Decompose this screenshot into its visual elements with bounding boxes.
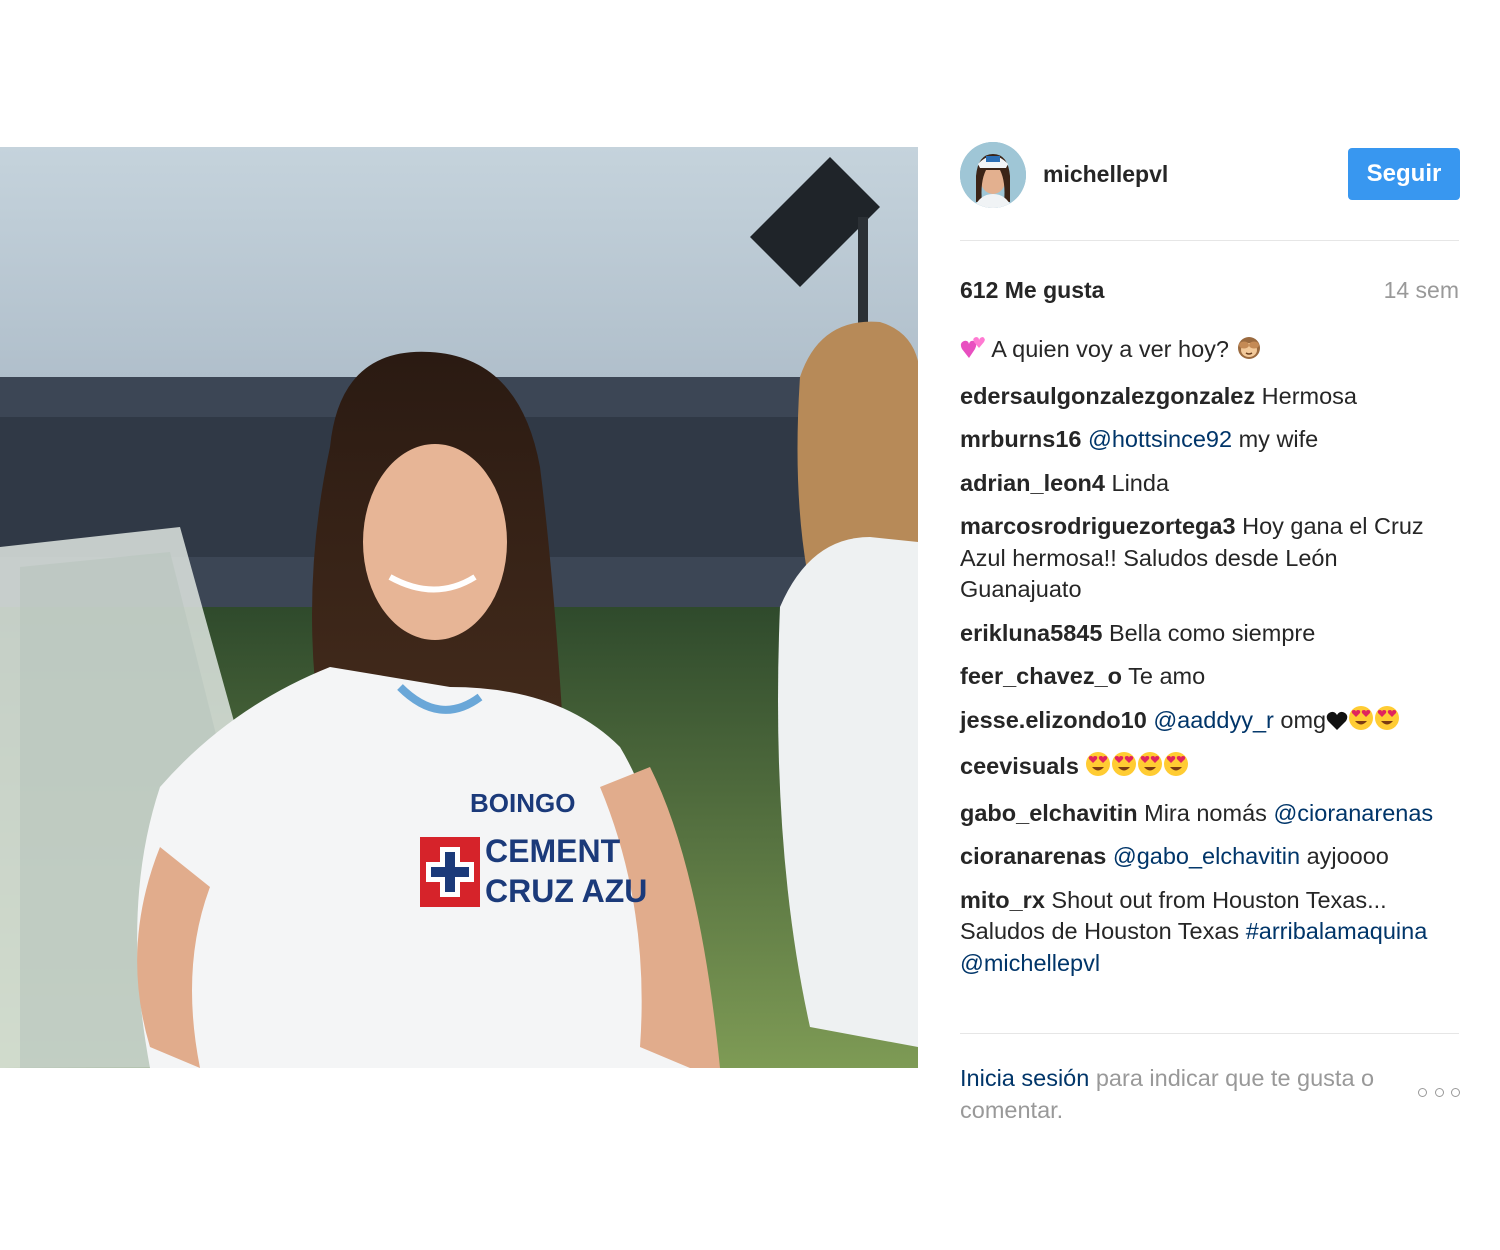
comment-username[interactable]: feer_chavez_o	[960, 663, 1122, 689]
login-link[interactable]: Inicia sesión	[960, 1065, 1089, 1091]
comment-text: Linda	[1111, 469, 1170, 496]
caption-text: A quien voy a ver hoy?	[991, 336, 1229, 362]
photo-sponsor-text: BOINGO	[470, 788, 575, 818]
comment-text: ayjoooo	[1306, 843, 1389, 869]
heart-eyes-emoji-icon	[1374, 705, 1400, 740]
dot	[1418, 1087, 1427, 1097]
comment-username[interactable]: gabo_elchavitin	[960, 800, 1138, 826]
heart-eyes-emoji-icon	[1085, 751, 1111, 786]
comment-username[interactable]: cioranarenas	[960, 843, 1106, 869]
post-header: michellepvl Seguir	[960, 140, 1460, 210]
comment-item: marcosrodriguezortega3 Hoy gana el Cruz …	[960, 511, 1460, 606]
heart-eyes-emoji-icon	[1348, 705, 1374, 740]
comment-text: my wife	[1238, 426, 1319, 452]
photo-logo-line1: CEMENT	[485, 833, 621, 869]
comment-item: feer_chavez_o Te amo	[960, 661, 1460, 693]
caption: A quien voy a ver hoy?	[960, 334, 1460, 369]
comment-username[interactable]: adrian_leon4	[960, 470, 1105, 496]
comment-mention[interactable]: @cioranarenas	[1273, 800, 1433, 826]
dot	[1434, 1087, 1444, 1097]
avatar-image	[960, 142, 1026, 208]
comment-item: erikluna5845 Bella como siempre	[960, 618, 1460, 650]
heart-eyes-emoji-icon	[1163, 751, 1189, 786]
post-photo[interactable]: BOINGO CEMENT CRUZ AZU	[0, 147, 918, 1068]
comment-username[interactable]: erikluna5845	[960, 620, 1102, 646]
comment-text: Bella como siempre	[1108, 619, 1316, 646]
photo-logo-line2: CRUZ AZU	[485, 873, 647, 909]
comment-mention[interactable]: @gabo_elchavitin	[1113, 843, 1300, 869]
black-heart-icon	[1326, 708, 1348, 740]
comment-item: cioranarenas @gabo_elchavitin ayjoooo	[960, 841, 1460, 873]
comment-item: adrian_leon4 Linda	[960, 468, 1460, 500]
comment-item: gabo_elchavitin Mira nomás @cioranarenas	[960, 798, 1460, 830]
comment-mention[interactable]: @hottsince92	[1088, 426, 1232, 452]
comment-item: mrburns16 @hottsince92 my wife	[960, 424, 1460, 456]
comment-item: edersaulgonzalezgonzalez Hermosa	[960, 381, 1460, 413]
comment-username[interactable]: mrburns16	[960, 426, 1081, 452]
comment-username[interactable]: mito_rx	[960, 887, 1045, 913]
comment-mention[interactable]: @aaddyy_r	[1153, 707, 1274, 733]
comment-text: Te amo	[1128, 663, 1206, 689]
comment-item: mito_rx Shout out from Houston Texas... …	[960, 885, 1460, 980]
likes-count[interactable]: 612 Me gusta	[960, 277, 1104, 304]
login-prompt: Inicia sesión para indicar que te gusta …	[960, 1063, 1405, 1126]
header-divider	[960, 240, 1459, 241]
post-stats: 612 Me gusta 14 sem	[960, 277, 1459, 309]
comment-mention[interactable]: @michellepvl	[960, 950, 1100, 976]
comment-hashtag[interactable]: #arribalamaquina	[1246, 918, 1428, 944]
follow-button[interactable]: Seguir	[1348, 148, 1460, 200]
heart-eyes-emoji-icon	[1137, 751, 1163, 786]
dot	[1451, 1087, 1460, 1097]
post-footer: Inicia sesión para indicar que te gusta …	[960, 1063, 1460, 1126]
comment-text: Mira nomás	[1144, 799, 1267, 826]
post-photo-image: BOINGO CEMENT CRUZ AZU	[0, 147, 918, 1068]
comments-list: A quien voy a ver hoy? edersaulgonzalezg…	[960, 334, 1460, 991]
post-age[interactable]: 14 sem	[1384, 277, 1459, 304]
two-hearts-icon	[960, 336, 986, 369]
comment-text: omg	[1280, 706, 1327, 733]
comment-text: Hermosa	[1261, 382, 1358, 409]
see-no-evil-monkey-icon	[1236, 334, 1262, 369]
comment-username[interactable]: marcosrodriguezortega3	[960, 513, 1236, 539]
avatar[interactable]	[960, 142, 1026, 208]
heart-eyes-emoji-icon	[1111, 751, 1137, 786]
comment-username[interactable]: jesse.elizondo10	[960, 707, 1147, 733]
comment-username[interactable]: ceevisuals	[960, 753, 1079, 779]
comment-username[interactable]: edersaulgonzalezgonzalez	[960, 383, 1255, 409]
comment-item: ceevisuals	[960, 751, 1460, 786]
footer-divider	[960, 1033, 1459, 1034]
post-author-username[interactable]: michellepvl	[1043, 161, 1168, 188]
comment-item: jesse.elizondo10 @aaddyy_r omg	[960, 705, 1460, 740]
more-options-icon[interactable]	[1418, 1085, 1460, 1099]
